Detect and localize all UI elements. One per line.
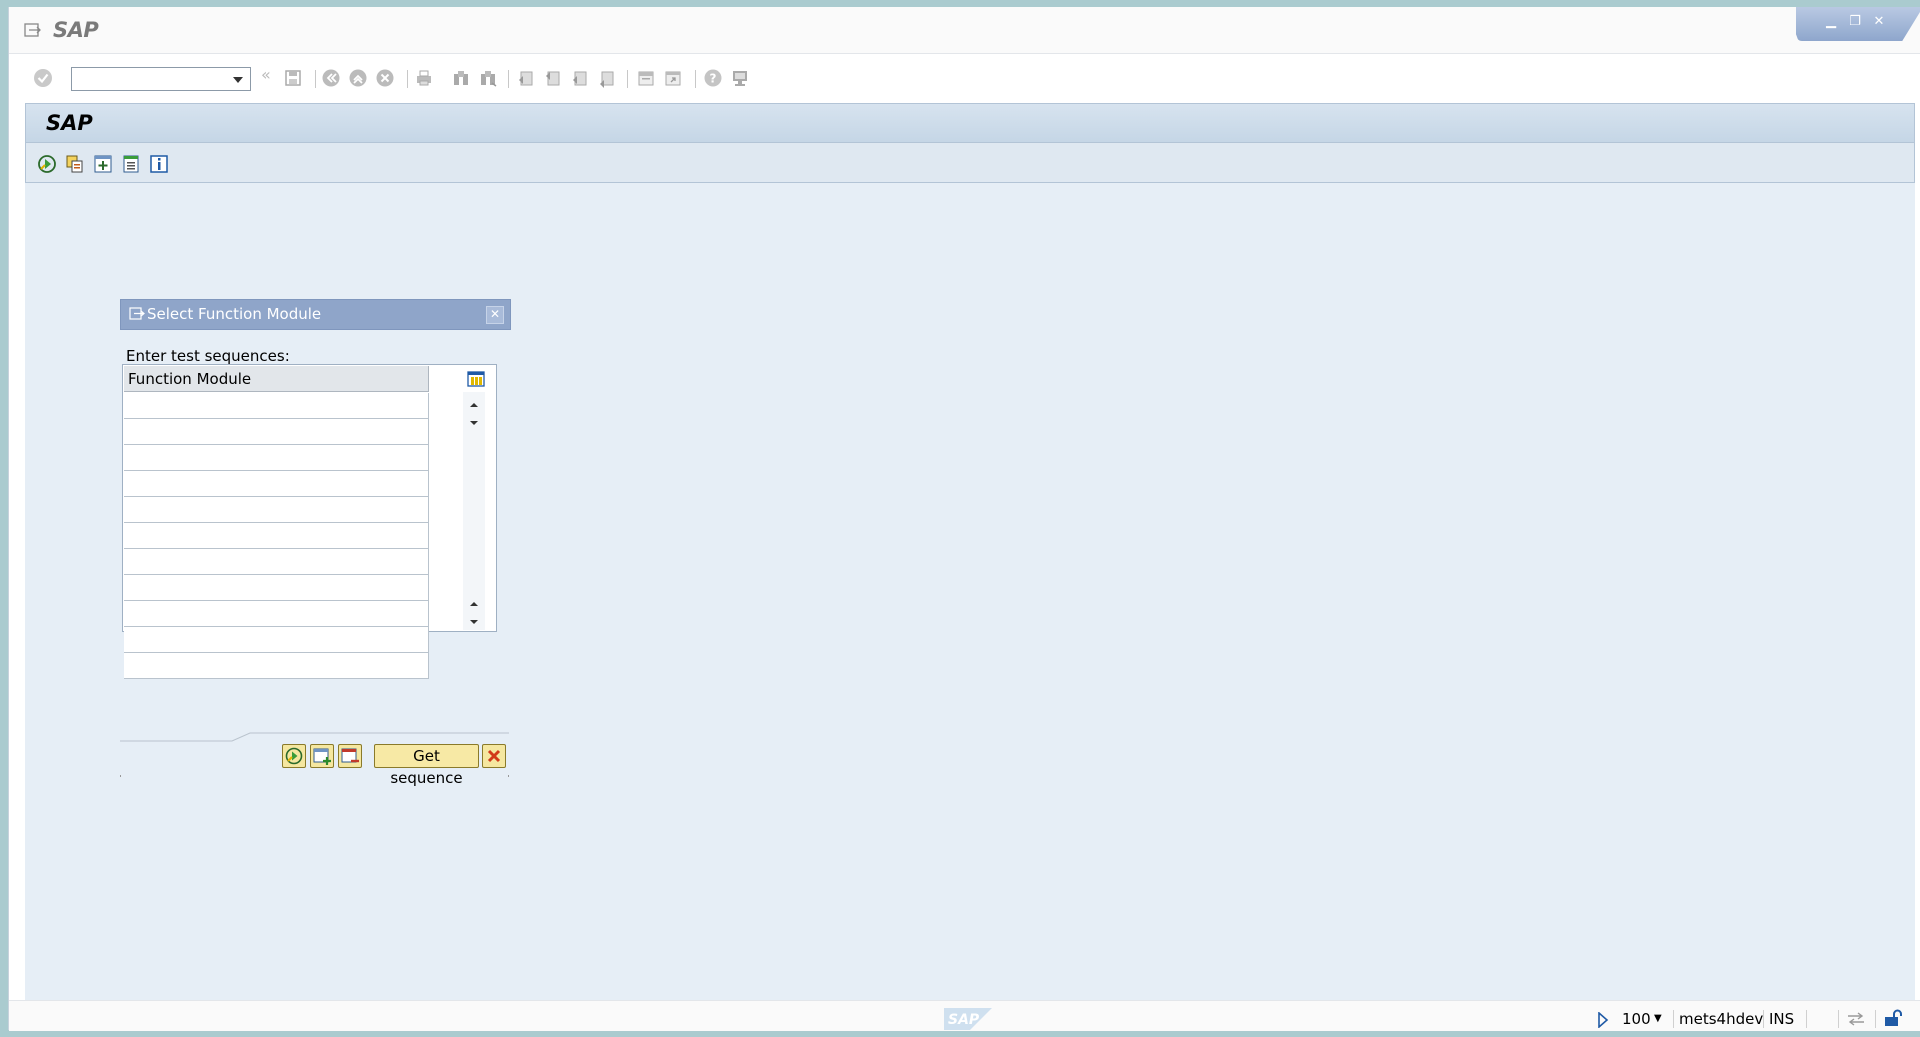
application-header: SAP xyxy=(25,103,1915,142)
execute-icon xyxy=(285,747,303,765)
title-bar: SAP ▁ ❐ ✕ xyxy=(9,7,1920,54)
chevron-down-icon[interactable] xyxy=(233,77,243,83)
copy-icon[interactable] xyxy=(65,154,85,174)
first-page-icon[interactable] xyxy=(516,68,536,88)
next-page-icon[interactable] xyxy=(570,68,590,88)
input-mode[interactable]: INS xyxy=(1769,1010,1794,1028)
restore-icon[interactable]: ❐ xyxy=(1846,14,1864,30)
scroll-up-icon[interactable] xyxy=(468,400,480,410)
table-row[interactable] xyxy=(124,419,429,445)
back-nav-icon[interactable] xyxy=(321,68,341,88)
close-icon[interactable]: ✕ xyxy=(1870,14,1888,30)
system-toolbar: « ? xyxy=(9,54,1920,98)
lock-icon[interactable] xyxy=(1883,1009,1903,1027)
dialog-title: Select Function Module xyxy=(147,305,322,323)
scroll-page-up-icon[interactable] xyxy=(468,599,480,609)
back-icon[interactable]: « xyxy=(261,65,281,85)
sap-window: SAP ▁ ❐ ✕ « ? SAP Select Function Module… xyxy=(8,7,1920,1031)
window-controls: ▁ ❐ ✕ xyxy=(1796,7,1920,41)
close-icon[interactable]: ✕ xyxy=(486,306,504,324)
table-row[interactable] xyxy=(124,575,429,601)
page-title: SAP xyxy=(46,111,93,135)
svg-text:?: ? xyxy=(710,72,717,86)
execute-icon[interactable] xyxy=(37,154,57,174)
find-next-icon[interactable] xyxy=(478,68,498,88)
insert-row-icon xyxy=(313,748,331,765)
svg-text:SAP: SAP xyxy=(948,1012,980,1028)
table-settings-icon[interactable] xyxy=(467,371,485,387)
help-icon[interactable]: ? xyxy=(703,68,723,88)
shortcut-icon[interactable] xyxy=(663,68,683,88)
customize-layout-icon[interactable] xyxy=(730,68,750,88)
chevron-down-icon[interactable]: ▼ xyxy=(1654,1013,1662,1024)
get-sequence-button[interactable]: Get sequence xyxy=(374,744,479,787)
client-number: 100 xyxy=(1622,1010,1651,1028)
insert-row-button[interactable] xyxy=(310,744,334,768)
new-session-icon[interactable] xyxy=(636,68,656,88)
vertical-scrollbar[interactable] xyxy=(463,392,485,630)
last-page-icon[interactable] xyxy=(597,68,617,88)
table-row[interactable] xyxy=(124,601,429,627)
play-icon[interactable] xyxy=(1597,1012,1609,1028)
create-icon[interactable] xyxy=(93,154,113,174)
enter-icon[interactable] xyxy=(33,68,53,88)
table-row[interactable] xyxy=(124,497,429,523)
connection-icon[interactable] xyxy=(1846,1011,1866,1027)
function-module-table: Function Module xyxy=(122,364,497,679)
status-bar: SAP 100 ▼ mets4hdev INS xyxy=(9,1000,1920,1031)
table-row[interactable] xyxy=(124,627,429,653)
dialog-prompt: Enter test sequences: xyxy=(126,347,290,365)
minimize-icon[interactable]: ▁ xyxy=(1822,14,1840,30)
scroll-page-down-icon[interactable] xyxy=(468,617,480,627)
menu-icon[interactable] xyxy=(129,307,145,320)
cancel-icon xyxy=(487,749,501,763)
exit-icon[interactable] xyxy=(348,68,368,88)
table-row[interactable] xyxy=(124,393,429,419)
table-row[interactable] xyxy=(124,549,429,575)
execute-button[interactable] xyxy=(282,744,306,768)
cancel-icon[interactable] xyxy=(375,68,395,88)
window-title: SAP xyxy=(53,18,99,42)
sap-logo-icon: SAP xyxy=(944,1008,992,1030)
command-field[interactable] xyxy=(71,67,251,91)
delete-row-button[interactable] xyxy=(338,744,362,768)
dialog-title-bar: Select Function Module ✕ xyxy=(120,299,511,330)
dialog-divider xyxy=(120,732,509,742)
table-row[interactable] xyxy=(124,523,429,549)
find-icon[interactable] xyxy=(451,68,471,88)
cancel-button[interactable] xyxy=(482,744,506,768)
table-row[interactable] xyxy=(124,445,429,471)
table-rows xyxy=(124,393,429,679)
server-name: mets4hdev xyxy=(1679,1010,1764,1028)
table-row[interactable] xyxy=(124,653,429,679)
info-icon[interactable] xyxy=(149,154,169,174)
table-row[interactable] xyxy=(124,471,429,497)
change-icon[interactable] xyxy=(121,154,141,174)
print-icon[interactable] xyxy=(414,68,434,88)
column-header-function-module[interactable]: Function Module xyxy=(124,366,429,392)
application-toolbar xyxy=(25,142,1915,183)
delete-row-icon xyxy=(341,748,359,763)
scroll-down-icon[interactable] xyxy=(468,418,480,428)
save-icon[interactable] xyxy=(283,68,303,88)
menu-icon[interactable] xyxy=(24,23,42,37)
previous-page-icon[interactable] xyxy=(543,68,563,88)
